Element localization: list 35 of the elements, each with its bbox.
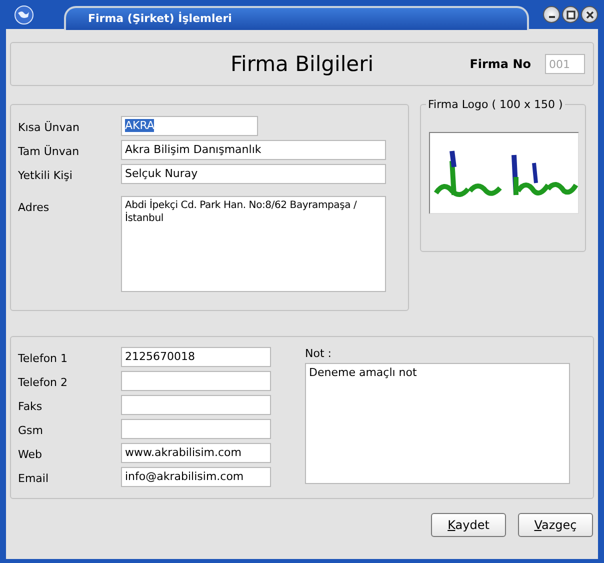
minimize-button[interactable] bbox=[543, 6, 560, 23]
maximize-button[interactable] bbox=[562, 6, 579, 23]
note-label: Not : bbox=[305, 347, 332, 362]
text-field[interactable]: Akra Bilişim Danışmanlık bbox=[121, 140, 386, 160]
maximize-icon bbox=[566, 10, 576, 20]
text-field[interactable]: Selçuk Nuray bbox=[121, 164, 386, 184]
form-title: Firma Bilgileri bbox=[230, 52, 374, 76]
field-label: Web bbox=[18, 447, 43, 463]
text-field[interactable]: AKRA bbox=[121, 116, 258, 136]
text-field[interactable]: 2125670018 bbox=[121, 347, 271, 367]
text-field[interactable] bbox=[121, 371, 271, 391]
field-label: Email bbox=[18, 471, 50, 487]
close-button[interactable] bbox=[581, 6, 598, 23]
dialog-button[interactable]: Vazgeç bbox=[518, 513, 593, 537]
minimize-icon bbox=[548, 16, 554, 18]
dialog-button[interactable]: Kaydet bbox=[431, 513, 506, 537]
field-label: Gsm bbox=[18, 423, 44, 439]
field-label: Faks bbox=[18, 399, 44, 415]
close-icon bbox=[584, 10, 594, 20]
firm-no-label: Firma No bbox=[470, 57, 531, 71]
globe-icon bbox=[14, 4, 34, 24]
field-label: Tam Ünvan bbox=[18, 144, 80, 158]
text-field[interactable] bbox=[121, 395, 271, 415]
field-label: Yetkili Kişi bbox=[18, 168, 74, 182]
text-field[interactable]: www.akrabilisim.com bbox=[121, 443, 271, 463]
note-field[interactable]: Deneme amaçlı not bbox=[305, 363, 570, 484]
field-label: Telefon 1 bbox=[18, 351, 69, 367]
text-field[interactable]: info@akrabilisim.com bbox=[121, 467, 271, 487]
text-field[interactable] bbox=[121, 419, 271, 439]
group-label: Firma Logo ( 100 x 150 ) bbox=[426, 98, 565, 111]
field-label: Telefon 2 bbox=[18, 375, 69, 391]
field-label: Adres bbox=[18, 200, 50, 214]
window-title: Firma (Şirket) İşlemleri bbox=[64, 6, 529, 30]
address-field[interactable]: Abdi İpekçi Cd. Park Han. No:8/62 Bayrampaşa / İstanbul bbox=[121, 196, 386, 292]
field-label: Kısa Ünvan bbox=[18, 120, 80, 134]
